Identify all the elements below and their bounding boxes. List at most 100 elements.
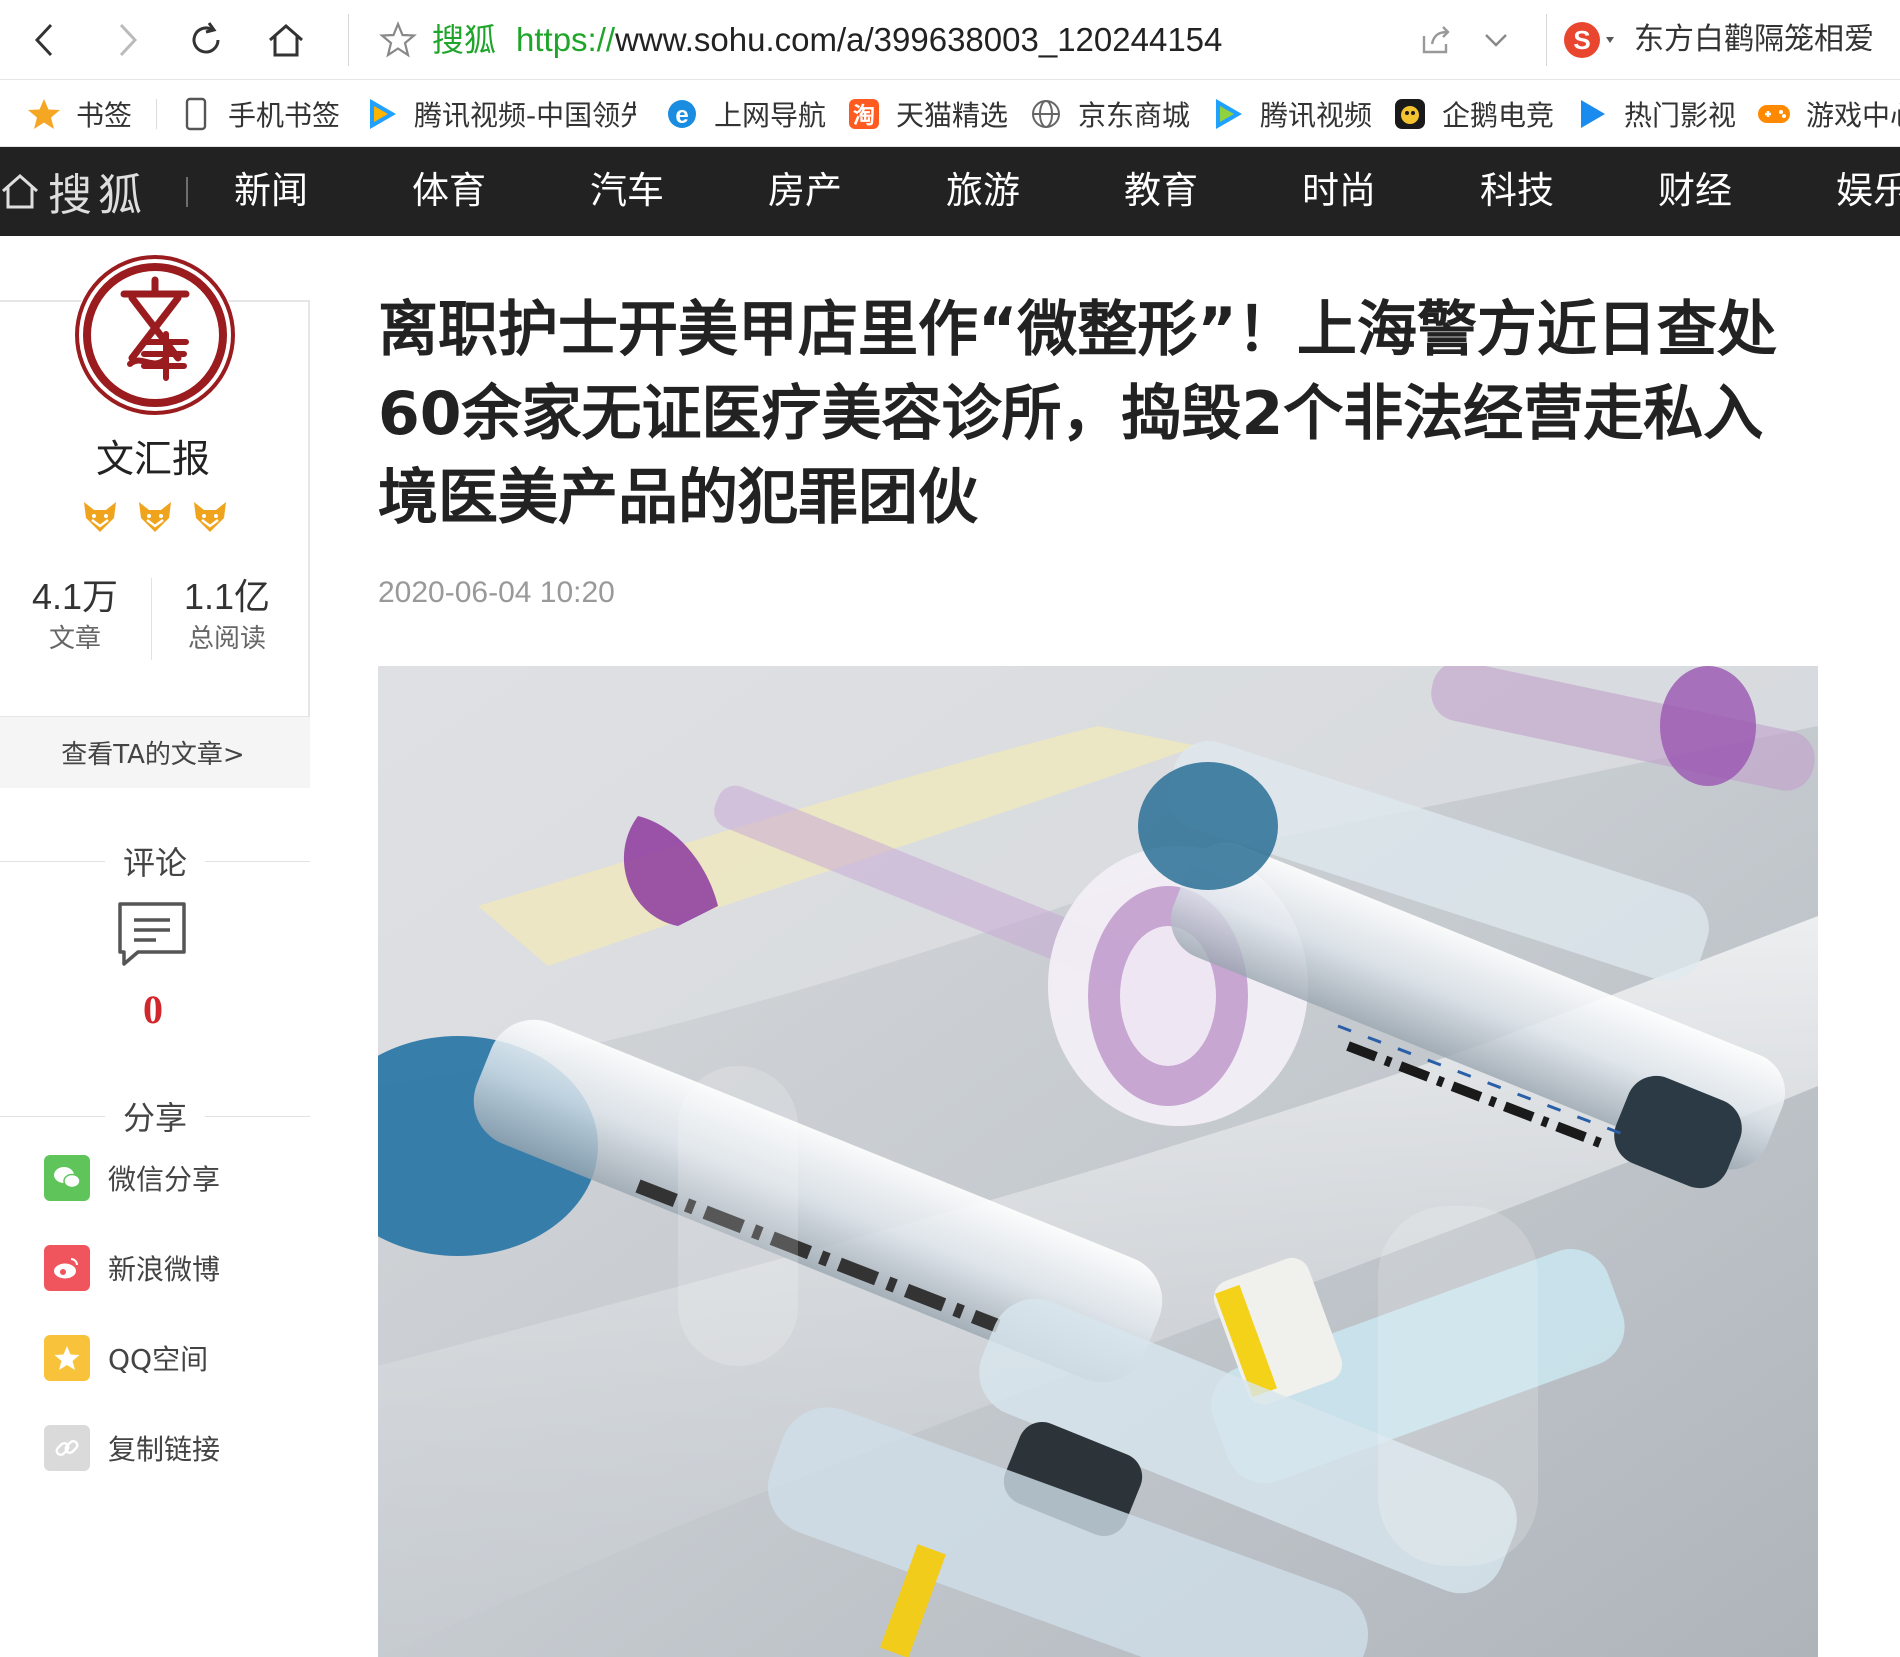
share-page-icon[interactable] bbox=[1418, 22, 1454, 58]
logo-text: 搜狐 bbox=[48, 170, 148, 221]
comments-title: 评论 bbox=[123, 844, 188, 882]
url-field[interactable]: https://www.sohu.com/a/399638003_1202441… bbox=[516, 20, 1222, 60]
article-date: 2020-06-04 10:20 bbox=[378, 576, 615, 609]
share-label: QQ空间 bbox=[108, 1343, 209, 1376]
toolbar-divider bbox=[1546, 14, 1547, 66]
bookmarks-bar: 书签 手机书签 腾讯视频-中国领先 e 上网导航 淘 天猫精选 京东商城 腾讯视… bbox=[0, 81, 1900, 147]
back-arrow-icon bbox=[34, 23, 53, 57]
fox-badge-icon bbox=[84, 502, 116, 532]
hot-search-text[interactable]: 东方白鹳隔笼相爱 bbox=[1634, 20, 1874, 60]
fox-badge-icon bbox=[139, 502, 171, 532]
bookmark-label: 腾讯视频-中国领先 bbox=[414, 99, 636, 132]
bookmark-item-bookmarks[interactable]: 书签 bbox=[26, 93, 132, 135]
reload-button[interactable] bbox=[176, 10, 236, 70]
penguin-icon bbox=[1392, 96, 1428, 132]
bookmark-item-tmall[interactable]: 淘 天猫精选 bbox=[846, 93, 1008, 135]
nav-item-auto[interactable]: 汽车 bbox=[590, 165, 664, 217]
sohu-logo[interactable]: 搜狐 bbox=[0, 165, 148, 221]
forward-arrow-icon bbox=[119, 23, 138, 57]
tmall-icon: 淘 bbox=[846, 96, 882, 132]
bookmark-divider bbox=[156, 99, 157, 129]
bookmark-item-tencent-video[interactable]: 腾讯视频 bbox=[1210, 93, 1372, 135]
author-name[interactable]: 文汇报 bbox=[0, 428, 306, 483]
nav-item-entertainment[interactable]: 娱乐 bbox=[1836, 165, 1900, 217]
site-name: 搜狐 bbox=[432, 21, 497, 59]
forward-button[interactable] bbox=[96, 10, 156, 70]
bookmark-item-penguin-esports[interactable]: 企鹅电竞 bbox=[1392, 93, 1554, 135]
copy-link-button[interactable]: 复制链接 bbox=[44, 1424, 220, 1472]
share-label: 新浪微博 bbox=[108, 1253, 221, 1286]
bookmark-item-mobile[interactable]: 手机书签 bbox=[178, 93, 340, 135]
author-reads-stat: 1.1亿 总阅读 bbox=[152, 574, 302, 658]
nav-item-news[interactable]: 新闻 bbox=[234, 165, 308, 217]
article-count: 4.1万 bbox=[31, 576, 119, 617]
share-wechat-button[interactable]: 微信分享 bbox=[44, 1154, 220, 1202]
nav-item-travel[interactable]: 旅游 bbox=[946, 165, 1020, 217]
author-article-stat: 4.1万 文章 bbox=[0, 574, 150, 658]
home-icon bbox=[2, 173, 38, 209]
sogou-search-engine-icon[interactable]: S bbox=[1562, 18, 1628, 62]
qzone-icon bbox=[44, 1335, 90, 1381]
nav-divider bbox=[186, 177, 188, 207]
nav-item-finance[interactable]: 财经 bbox=[1658, 165, 1732, 217]
comment-count[interactable]: 0 bbox=[0, 986, 306, 1033]
bookmark-label: 上网导航 bbox=[714, 99, 827, 132]
syringes-photo bbox=[378, 666, 1818, 1657]
nav-item-sports[interactable]: 体育 bbox=[412, 165, 486, 217]
nav-item-fashion[interactable]: 时尚 bbox=[1302, 165, 1376, 217]
globe-icon bbox=[1028, 96, 1064, 132]
nav-item-tech[interactable]: 科技 bbox=[1480, 165, 1554, 217]
share-title: 分享 bbox=[123, 1099, 188, 1137]
bookmark-label: 企鹅电竞 bbox=[1442, 99, 1555, 132]
ie-icon: e bbox=[664, 96, 700, 132]
svg-text:e: e bbox=[675, 102, 688, 129]
browser-address-bar: 搜狐 https://www.sohu.com/a/399638003_1202… bbox=[0, 0, 1900, 80]
reads-count: 1.1亿 bbox=[183, 576, 271, 617]
toolbar-divider bbox=[348, 14, 349, 66]
comments-section-title: 评论 bbox=[0, 841, 310, 882]
author-badges bbox=[80, 496, 230, 536]
tencent-video-icon bbox=[1210, 96, 1246, 132]
bookmark-label: 京东商城 bbox=[1078, 99, 1191, 132]
view-author-articles-button[interactable]: 查看TA的文章> bbox=[0, 716, 310, 788]
bookmark-item-game-center[interactable]: 游戏中心 bbox=[1756, 93, 1900, 135]
comment-icon[interactable] bbox=[116, 900, 188, 970]
play-icon bbox=[1574, 96, 1610, 132]
bookmark-label: 腾讯视频 bbox=[1260, 99, 1373, 132]
home-button[interactable] bbox=[256, 10, 316, 70]
nav-item-realestate[interactable]: 房产 bbox=[768, 165, 842, 217]
tencent-video-icon bbox=[364, 96, 400, 132]
gamepad-icon bbox=[1756, 96, 1792, 132]
site-nav-bar: 搜狐 新闻 体育 汽车 房产 旅游 教育 时尚 科技 财经 娱乐 bbox=[0, 147, 1900, 236]
url-scheme: https:// bbox=[516, 21, 616, 58]
star-icon bbox=[26, 96, 62, 132]
share-label: 微信分享 bbox=[108, 1163, 221, 1196]
svg-text:S: S bbox=[1573, 25, 1590, 55]
bookmark-star-icon[interactable] bbox=[378, 20, 418, 60]
share-qzone-button[interactable]: QQ空间 bbox=[44, 1334, 208, 1382]
share-label: 复制链接 bbox=[108, 1433, 221, 1466]
bookmark-label: 游戏中心 bbox=[1806, 99, 1900, 132]
fox-badge-icon bbox=[194, 502, 226, 532]
back-button[interactable] bbox=[16, 10, 76, 70]
nav-item-education[interactable]: 教育 bbox=[1124, 165, 1198, 217]
bookmark-label: 天猫精选 bbox=[896, 99, 1009, 132]
wechat-icon bbox=[44, 1155, 90, 1201]
bookmark-label: 热门影视 bbox=[1624, 99, 1737, 132]
bookmark-item-jd[interactable]: 京东商城 bbox=[1028, 93, 1190, 135]
article-count-label: 文章 bbox=[48, 624, 101, 654]
url-path: www.sohu.com/a/399638003_120244154 bbox=[615, 21, 1223, 58]
article-photo bbox=[378, 666, 1818, 1657]
bookmark-item-navigation[interactable]: e 上网导航 bbox=[664, 93, 826, 135]
weibo-icon bbox=[44, 1245, 90, 1291]
bookmark-item-tencent-video-long[interactable]: 腾讯视频-中国领先 bbox=[364, 93, 636, 135]
share-section-title: 分享 bbox=[0, 1096, 310, 1137]
share-weibo-button[interactable]: 新浪微博 bbox=[44, 1244, 220, 1292]
article-title: 离职护士开美甲店里作“微整形”！上海警方近日查处60余家无证医疗美容诊所，捣毁2… bbox=[378, 295, 1777, 533]
svg-text:淘: 淘 bbox=[853, 103, 875, 129]
bookmark-item-hot-movies[interactable]: 热门影视 bbox=[1574, 93, 1736, 135]
chevron-down-icon[interactable] bbox=[1480, 24, 1512, 56]
link-icon bbox=[44, 1425, 90, 1471]
author-avatar[interactable] bbox=[74, 254, 236, 416]
bookmark-label: 书签 bbox=[76, 99, 133, 132]
